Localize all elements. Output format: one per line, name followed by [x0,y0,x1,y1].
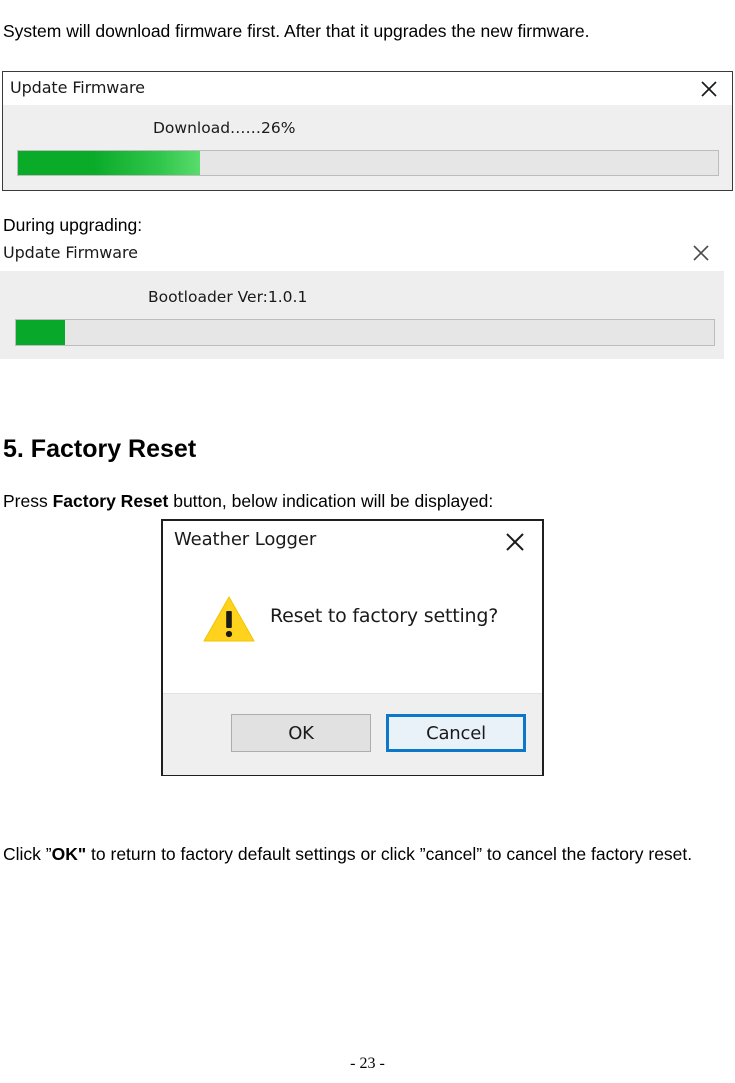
warning-triangle-icon [202,595,256,643]
dialog-titlebar: Weather Logger [163,521,542,561]
dialog-body: Bootloader Ver:1.0.1 [0,271,724,359]
dialog-footer: OK Cancel [163,693,542,775]
dialog-titlebar: Update Firmware [3,72,732,105]
dialog-title: Update Firmware [10,78,145,97]
close-icon[interactable] [696,76,722,100]
update-firmware-dialog-download: Update Firmware Download……26% [2,71,733,191]
click-text-after: to return to factory default settings or… [86,843,693,864]
page-number: - 23 - [350,1055,385,1072]
ok-button-label: OK [288,722,314,744]
press-text-after: button, below indication will be display… [168,490,494,511]
weather-logger-dialog: Weather Logger Reset to factory setting? [161,519,544,776]
progress-bar-track [15,319,715,346]
click-ok-paragraph: Click ”OK" to return to factory default … [3,841,713,867]
cancel-button-label: Cancel [426,722,486,744]
dialog-titlebar: Update Firmware [0,236,724,271]
ok-emphasis: OK" [51,843,87,864]
press-factory-reset-paragraph: Press Factory Reset button, below indica… [3,488,732,514]
during-upgrading-label: During upgrading: [3,214,143,235]
progress-bar-track [17,150,719,176]
dialog-message: Reset to factory setting? [270,605,499,627]
press-text-before: Press [3,490,53,511]
progress-bar-fill [16,320,65,345]
dialog-title: Weather Logger [174,529,317,550]
ok-button[interactable]: OK [231,714,371,752]
dialog-title: Update Firmware [3,243,138,262]
factory-reset-emphasis: Factory Reset [52,490,169,511]
intro-paragraph: System will download firmware first. Aft… [3,20,590,41]
click-text-before: Click ” [3,843,52,864]
document-page: System will download firmware first. Aft… [0,0,735,1083]
page-title: 5. Factory Reset [3,434,197,463]
cancel-button[interactable]: Cancel [386,714,526,752]
close-icon[interactable] [500,527,530,555]
close-icon[interactable] [688,240,714,264]
download-status-text: Download……26% [153,119,296,137]
dialog-body: Download……26% [3,105,732,190]
progress-bar-fill [18,151,200,175]
dialog-content: Reset to factory setting? [163,561,542,693]
update-firmware-dialog-bootloader: Update Firmware Bootloader Ver:1.0.1 [0,236,724,359]
bootloader-version-text: Bootloader Ver:1.0.1 [148,288,308,306]
